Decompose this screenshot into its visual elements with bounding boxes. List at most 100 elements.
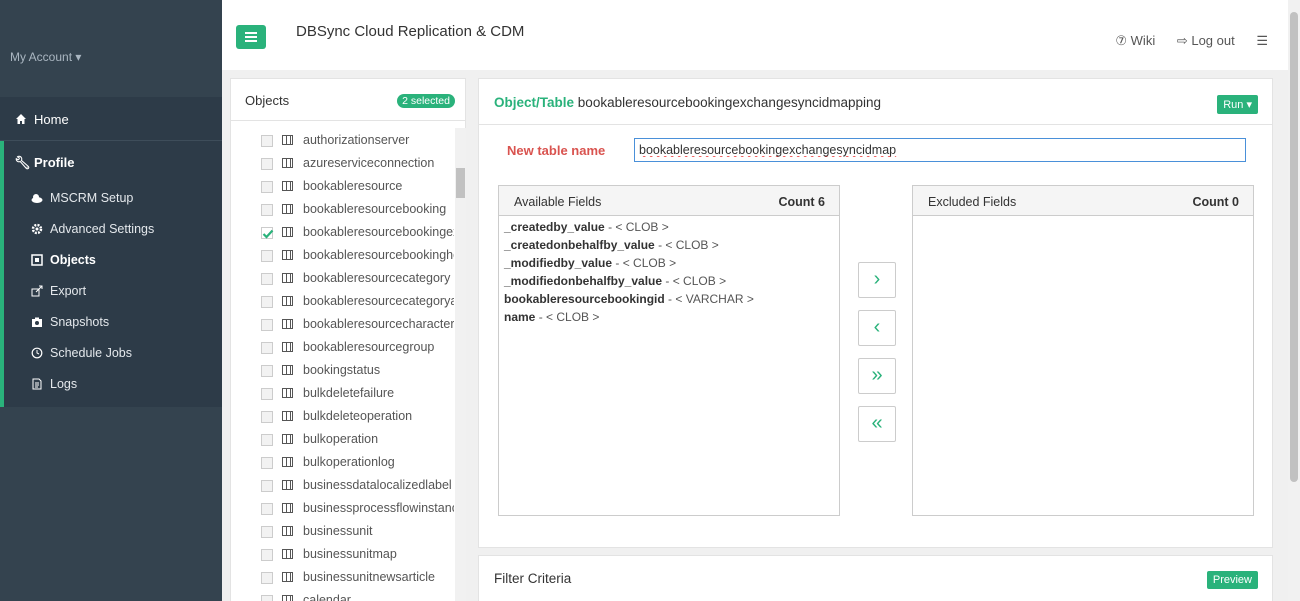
object-checkbox[interactable] xyxy=(261,457,273,469)
export-icon xyxy=(31,285,43,297)
object-checkbox[interactable] xyxy=(261,572,273,584)
list-item[interactable]: bookableresourcebookingexchangesyncidmap… xyxy=(259,223,454,246)
list-item[interactable]: businessunitnewsarticle xyxy=(259,568,454,591)
table-icon xyxy=(282,135,293,145)
move-left-button[interactable]: ‹ xyxy=(858,310,896,346)
sidebar-item-label: MSCRM Setup xyxy=(50,191,134,205)
field-row[interactable]: _modifiedby_value - < CLOB > xyxy=(504,256,754,274)
list-item[interactable]: bookableresourcecategory xyxy=(259,269,454,292)
preview-button[interactable]: Preview xyxy=(1206,571,1258,589)
object-checkbox[interactable] xyxy=(261,503,273,515)
object-name: bookingstatus xyxy=(303,363,381,377)
new-table-name-input[interactable] xyxy=(634,138,1246,162)
list-item[interactable]: bulkoperationlog xyxy=(259,453,454,476)
object-checkbox[interactable] xyxy=(261,595,273,601)
object-table-key: Object/Table xyxy=(494,95,575,110)
object-checkbox[interactable] xyxy=(261,296,273,308)
page-scrollbar[interactable] xyxy=(1288,0,1300,601)
object-checkbox[interactable] xyxy=(261,388,273,400)
sidebar-item-label: Objects xyxy=(50,253,96,267)
objects-icon xyxy=(31,254,43,266)
field-row[interactable]: _modifiedonbehalfby_value - < CLOB > xyxy=(504,274,754,292)
new-table-name-label: New table name xyxy=(507,143,606,158)
list-item[interactable]: bulkdeletefailure xyxy=(259,384,454,407)
object-checkbox[interactable] xyxy=(261,480,273,492)
list-item[interactable]: authorizationserver xyxy=(259,131,454,154)
list-item[interactable]: bookableresourcecategoryassn xyxy=(259,292,454,315)
sidebar-item-objects[interactable]: Objects xyxy=(31,253,96,267)
field-type: - < VARCHAR > xyxy=(664,292,754,306)
list-item[interactable]: businessunit xyxy=(259,522,454,545)
list-item[interactable]: calendar xyxy=(259,591,454,601)
list-item[interactable]: bookableresourcebooking xyxy=(259,200,454,223)
clock-icon xyxy=(31,347,43,359)
object-checkbox[interactable] xyxy=(261,135,273,147)
sidebar-item-schedule-jobs[interactable]: Schedule Jobs xyxy=(31,346,132,360)
object-checkbox[interactable] xyxy=(261,411,273,423)
object-checkbox[interactable] xyxy=(261,273,273,285)
field-row[interactable]: name - < CLOB > xyxy=(504,310,754,328)
sidebar-item-profile[interactable]: 🔧︎ Profile xyxy=(14,155,74,171)
sidebar-item-label: Snapshots xyxy=(50,315,110,329)
scrollbar-thumb[interactable] xyxy=(1290,12,1298,482)
move-right-button[interactable]: › xyxy=(858,262,896,298)
run-button[interactable]: Run ▾ xyxy=(1217,95,1258,114)
sidebar-item-export[interactable]: Export xyxy=(31,284,86,298)
account-label[interactable]: My Account ▾ xyxy=(10,50,81,64)
check-icon xyxy=(262,229,274,239)
object-name: bulkoperation xyxy=(303,432,379,446)
sidebar-item-snapshots[interactable]: Snapshots xyxy=(32,315,110,329)
object-checkbox[interactable] xyxy=(261,227,274,239)
list-item[interactable]: bookableresourcecharacteristic xyxy=(259,315,454,338)
object-checkbox[interactable] xyxy=(261,158,273,170)
objects-scrollbar[interactable] xyxy=(455,128,466,601)
object-checkbox[interactable] xyxy=(261,181,273,193)
sidebar-item-mscrm-setup[interactable]: MSCRM Setup xyxy=(31,191,134,205)
list-item[interactable]: bookableresourcebookingheader xyxy=(259,246,454,269)
table-icon xyxy=(282,158,293,168)
logout-link[interactable]: ⇨ Log out xyxy=(1177,33,1235,48)
sidebar-empty-area xyxy=(0,407,222,601)
object-name: bookableresourcegroup xyxy=(303,340,435,354)
object-name: authorizationserver xyxy=(303,133,410,147)
list-item[interactable]: bookableresource xyxy=(259,177,454,200)
field-row[interactable]: _createdby_value - < CLOB > xyxy=(504,220,754,238)
object-checkbox[interactable] xyxy=(261,204,273,216)
table-icon xyxy=(282,434,293,444)
field-row[interactable]: _createdonbehalfby_value - < CLOB > xyxy=(504,238,754,256)
object-checkbox[interactable] xyxy=(261,342,273,354)
list-item[interactable]: businessdatalocalizedlabel xyxy=(259,476,454,499)
list-item[interactable]: azureserviceconnection xyxy=(259,154,454,177)
account-menu[interactable]: My Account ▾ xyxy=(0,0,222,97)
object-checkbox[interactable] xyxy=(261,365,273,377)
sidebar-item-advanced-settings[interactable]: Advanced Settings xyxy=(31,222,155,236)
object-checkbox[interactable] xyxy=(261,549,273,561)
object-checkbox[interactable] xyxy=(261,319,273,331)
list-item[interactable]: businessprocessflowinstance xyxy=(259,499,454,522)
move-all-left-button[interactable]: « xyxy=(858,406,896,442)
object-checkbox[interactable] xyxy=(261,434,273,446)
scrollbar-thumb[interactable] xyxy=(456,168,465,198)
sidebar-item-logs[interactable]: Logs xyxy=(32,377,77,391)
list-item[interactable]: bulkoperation xyxy=(259,430,454,453)
wiki-link[interactable]: ⑦ Wiki xyxy=(1115,33,1155,48)
field-name: _createdonbehalfby_value xyxy=(504,238,655,252)
object-checkbox[interactable] xyxy=(261,250,273,262)
sidebar-item-home[interactable]: Home xyxy=(0,97,222,141)
camera-icon xyxy=(32,317,42,327)
profile-section: 🔧︎ Profile MSCRM Setup Advanced Settings … xyxy=(0,141,222,407)
menu-toggle-button[interactable] xyxy=(236,25,266,49)
field-row[interactable]: bookableresourcebookingid - < VARCHAR > xyxy=(504,292,754,310)
list-item[interactable]: bookingstatus xyxy=(259,361,454,384)
table-icon xyxy=(282,526,293,536)
list-icon[interactable]: ☰ xyxy=(1256,33,1268,48)
list-item[interactable]: bulkdeleteoperation xyxy=(259,407,454,430)
list-item[interactable]: bookableresourcegroup xyxy=(259,338,454,361)
move-all-right-button[interactable]: » xyxy=(858,358,896,394)
list-item[interactable]: businessunitmap xyxy=(259,545,454,568)
available-fields-title: Available Fields xyxy=(514,195,602,209)
object-checkbox[interactable] xyxy=(261,526,273,538)
available-fields-list[interactable]: _createdby_value - < CLOB > _createdonbeh… xyxy=(504,220,754,328)
table-icon xyxy=(282,388,293,398)
sidebar-item-label: Advanced Settings xyxy=(50,222,155,236)
